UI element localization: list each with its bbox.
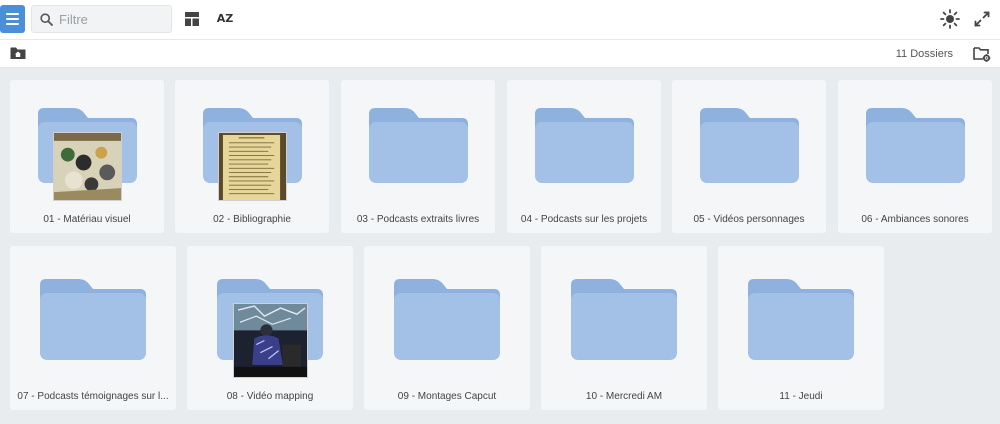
projection-thumbnail — [233, 303, 308, 378]
folder-name: 09 - Montages Capcut — [397, 391, 497, 402]
folder-icon — [672, 108, 826, 183]
home-folder-button[interactable] — [10, 46, 26, 65]
folder-settings-icon — [973, 47, 991, 62]
folder-icon — [364, 279, 530, 360]
folder-icon — [541, 279, 707, 360]
folder-name: 11 - Jeudi — [779, 391, 823, 402]
folder-tile[interactable]: 07 - Podcasts témoignages sur l... — [10, 246, 176, 410]
folder-name: 04 - Podcasts sur les projets — [520, 214, 648, 225]
top-toolbar: AZ — [0, 0, 1000, 40]
folder-icon — [718, 279, 884, 360]
layout-button[interactable] — [184, 11, 200, 32]
book-page-thumbnail — [218, 132, 287, 201]
folder-name: 06 - Ambiances sonores — [861, 214, 969, 225]
folder-name: 10 - Mercredi AM — [585, 391, 663, 402]
folder-count: 11 Dossiers — [895, 48, 953, 60]
layout-icon — [185, 12, 199, 26]
folder-tile[interactable]: 06 - Ambiances sonores — [838, 80, 992, 233]
folder-icon — [507, 108, 661, 183]
folder-tile[interactable]: 03 - Podcasts extraits livres — [341, 80, 495, 233]
folder-tile[interactable]: 10 - Mercredi AM — [541, 246, 707, 410]
folder-tile[interactable]: 01 - Matériau visuel — [10, 80, 164, 233]
fullscreen-icon — [974, 11, 990, 27]
folder-tile[interactable]: 09 - Montages Capcut — [364, 246, 530, 410]
hamburger-menu-icon — [6, 13, 19, 15]
folder-icon — [341, 108, 495, 183]
folder-settings-button[interactable] — [973, 46, 991, 67]
search-input[interactable] — [59, 6, 169, 32]
sun-icon — [940, 9, 960, 29]
search-box — [31, 5, 172, 33]
collage-thumbnail — [53, 132, 122, 201]
home-folder-icon — [10, 47, 26, 59]
folder-tile[interactable]: 08 - Vidéo mapping — [187, 246, 353, 410]
folder-name: 01 - Matériau visuel — [43, 214, 131, 225]
folder-icon — [10, 279, 176, 360]
sort-az-button[interactable]: AZ — [215, 9, 235, 29]
theme-toggle-button[interactable] — [940, 9, 960, 34]
folder-name: 08 - Vidéo mapping — [226, 391, 314, 402]
folder-bar: 11 Dossiers — [0, 40, 1000, 68]
search-icon — [40, 13, 53, 26]
folder-tile[interactable]: 02 - Bibliographie — [175, 80, 329, 233]
folder-icon — [838, 108, 992, 183]
folder-name: 02 - Bibliographie — [213, 214, 291, 225]
folder-name: 03 - Podcasts extraits livres — [356, 214, 480, 225]
folder-tile[interactable]: 04 - Podcasts sur les projets — [507, 80, 661, 233]
menu-button[interactable] — [0, 5, 25, 33]
folder-tile[interactable]: 05 - Vidéos personnages — [672, 80, 826, 233]
folder-name: 07 - Podcasts témoignages sur l... — [17, 391, 169, 402]
folder-tile[interactable]: 11 - Jeudi — [718, 246, 884, 410]
fullscreen-button[interactable] — [974, 11, 990, 32]
folder-name: 05 - Vidéos personnages — [693, 214, 805, 225]
